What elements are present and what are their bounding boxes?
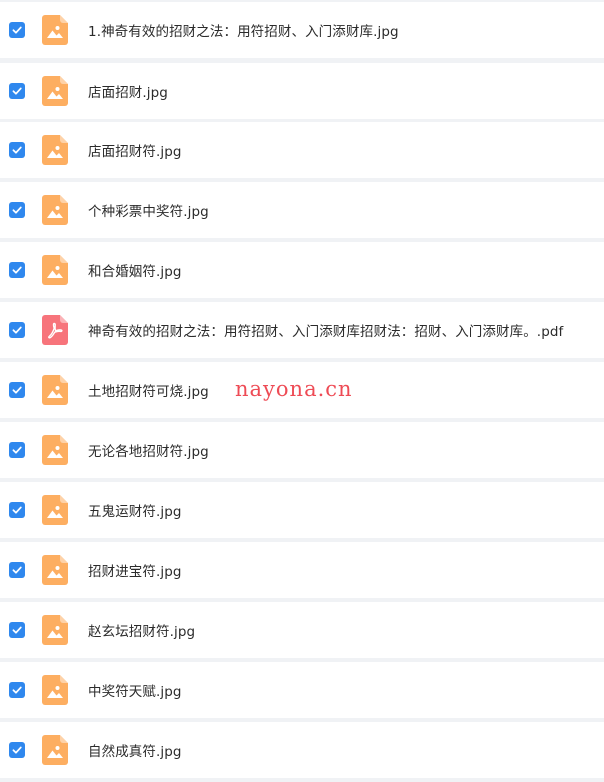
file-checkbox[interactable]: [9, 382, 25, 398]
file-name[interactable]: 店面招财.jpg: [88, 81, 168, 101]
image-file-icon: [42, 675, 68, 705]
file-checkbox[interactable]: [9, 322, 25, 338]
file-row[interactable]: 自然成真符.jpg: [0, 722, 604, 778]
file-row[interactable]: 神奇有效的招财之法：用符招财、入门添财库招财法：招财、入门添财库。.pdf: [0, 302, 604, 358]
checkmark-icon: [12, 626, 22, 634]
file-checkbox[interactable]: [9, 142, 25, 158]
checkmark-icon: [12, 26, 22, 34]
checkmark-icon: [12, 386, 22, 394]
checkmark-icon: [12, 506, 22, 514]
checkmark-icon: [12, 446, 22, 454]
file-name[interactable]: 土地招财符可烧.jpg: [88, 380, 209, 400]
checkmark-icon: [12, 87, 22, 95]
checkmark-icon: [12, 686, 22, 694]
file-name[interactable]: 赵玄坛招财符.jpg: [88, 620, 195, 640]
image-file-icon: [42, 435, 68, 465]
pdf-file-icon: [42, 315, 68, 345]
file-row[interactable]: 店面招财.jpg: [0, 63, 604, 119]
image-file-icon: [42, 195, 68, 225]
image-file-icon: [42, 495, 68, 525]
checkmark-icon: [12, 326, 22, 334]
file-checkbox[interactable]: [9, 742, 25, 758]
file-name[interactable]: 店面招财符.jpg: [88, 140, 182, 160]
file-row[interactable]: 招财进宝符.jpg: [0, 542, 604, 598]
file-row[interactable]: 1.神奇有效的招财之法：用符招财、入门添财库.jpg: [0, 2, 604, 58]
file-row[interactable]: 个种彩票中奖符.jpg: [0, 182, 604, 238]
file-checkbox[interactable]: [9, 83, 25, 99]
file-name[interactable]: 自然成真符.jpg: [88, 740, 182, 760]
checkmark-icon: [12, 146, 22, 154]
file-name[interactable]: 招财进宝符.jpg: [88, 560, 182, 580]
file-name[interactable]: 和合婚姻符.jpg: [88, 260, 182, 280]
checkmark-icon: [12, 266, 22, 274]
file-row[interactable]: 店面招财符.jpg: [0, 122, 604, 178]
image-file-icon: [42, 555, 68, 585]
image-file-icon: [42, 255, 68, 285]
image-file-icon: [42, 76, 68, 106]
file-checkbox[interactable]: [9, 442, 25, 458]
file-name[interactable]: 无论各地招财符.jpg: [88, 440, 209, 460]
checkmark-icon: [12, 746, 22, 754]
file-checkbox[interactable]: [9, 502, 25, 518]
file-name[interactable]: 个种彩票中奖符.jpg: [88, 200, 209, 220]
image-file-icon: [42, 15, 68, 45]
file-row[interactable]: 和合婚姻符.jpg: [0, 242, 604, 298]
file-name[interactable]: 中奖符天赋.jpg: [88, 680, 182, 700]
file-row[interactable]: 赵玄坛招财符.jpg: [0, 602, 604, 658]
file-checkbox[interactable]: [9, 562, 25, 578]
watermark: nayona.cn: [235, 377, 353, 401]
file-checkbox[interactable]: [9, 22, 25, 38]
file-checkbox[interactable]: [9, 682, 25, 698]
image-file-icon: [42, 375, 68, 405]
checkmark-icon: [12, 566, 22, 574]
file-name[interactable]: 神奇有效的招财之法：用符招财、入门添财库招财法：招财、入门添财库。.pdf: [88, 320, 563, 340]
image-file-icon: [42, 135, 68, 165]
file-row[interactable]: 中奖符天赋.jpg: [0, 662, 604, 718]
file-row[interactable]: 无论各地招财符.jpg: [0, 422, 604, 478]
file-name[interactable]: 五鬼运财符.jpg: [88, 500, 182, 520]
file-checkbox[interactable]: [9, 262, 25, 278]
file-checkbox[interactable]: [9, 202, 25, 218]
checkmark-icon: [12, 206, 22, 214]
image-file-icon: [42, 735, 68, 765]
file-checkbox[interactable]: [9, 622, 25, 638]
image-file-icon: [42, 615, 68, 645]
file-name[interactable]: 1.神奇有效的招财之法：用符招财、入门添财库.jpg: [88, 20, 399, 40]
file-row[interactable]: 五鬼运财符.jpg: [0, 482, 604, 538]
